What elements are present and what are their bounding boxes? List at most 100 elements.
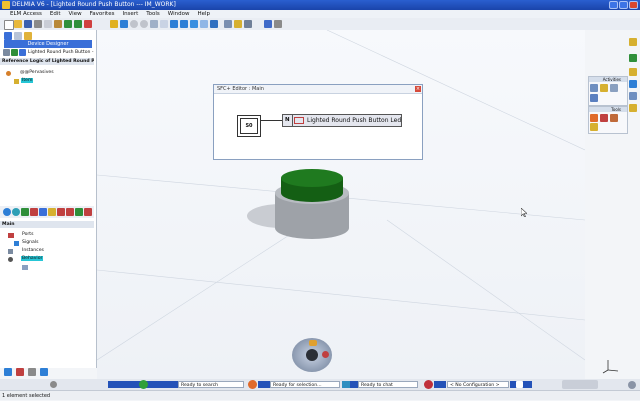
3d-viewport[interactable] (97, 30, 585, 380)
activity-icon-2[interactable] (600, 84, 608, 92)
close-button[interactable] (629, 1, 638, 9)
logic-icon-5[interactable] (39, 208, 47, 216)
device-icon[interactable] (264, 20, 272, 28)
bottom-icon-3[interactable] (28, 368, 36, 376)
bottom-icon-2[interactable] (16, 368, 24, 376)
tree-node-sub[interactable] (16, 264, 36, 271)
logic-icon-10[interactable] (84, 208, 92, 216)
logic-icon-9[interactable] (75, 208, 83, 216)
open-icon[interactable] (14, 20, 22, 28)
navigation-wheel[interactable] (292, 338, 334, 374)
logic-icon-6[interactable] (48, 208, 56, 216)
compass-icon[interactable] (628, 381, 636, 389)
sfc-close-button[interactable]: × (415, 86, 421, 92)
paste-icon[interactable] (54, 20, 62, 28)
search-icon[interactable] (139, 380, 148, 389)
tree-node-behavior[interactable]: Behavior (8, 256, 68, 263)
tools-header: Tools (589, 107, 627, 112)
chat-icon[interactable] (342, 381, 350, 388)
taskbar-end-icon[interactable] (516, 381, 523, 388)
side-icon-2[interactable] (629, 54, 637, 62)
wheel-top-icon[interactable] (309, 340, 317, 346)
materials-icon[interactable] (224, 20, 232, 28)
camera-icon[interactable] (244, 20, 252, 28)
configuration-icon[interactable] (424, 380, 433, 389)
side-icon-6[interactable] (629, 104, 637, 112)
update-icon[interactable] (84, 20, 92, 28)
zoom-in-icon[interactable] (130, 20, 138, 28)
logic-icon-3[interactable] (21, 208, 29, 216)
logic-icon-8[interactable] (66, 208, 74, 216)
side-icon-5[interactable] (629, 92, 637, 100)
menu-edit[interactable]: Edit (50, 10, 61, 18)
selection-status-field[interactable]: Ready for selection... (270, 381, 340, 388)
compass-small-icon[interactable] (50, 381, 57, 388)
bottom-icon-1[interactable] (4, 368, 12, 376)
tab-device-designer[interactable]: Device Designer (4, 40, 92, 48)
axis-compass-icon (602, 360, 619, 374)
window-title: DELMIA V6 - [Lighted Round Push Button -… (12, 1, 176, 8)
logic-icon-4[interactable] (30, 208, 38, 216)
fit-all-icon[interactable] (150, 20, 158, 28)
menu-window[interactable]: Window (168, 10, 190, 18)
home-icon[interactable] (4, 32, 12, 40)
side-icon-1[interactable] (629, 38, 637, 46)
tool-icon-3[interactable] (610, 114, 618, 122)
sfc-action-block[interactable]: N Lighted Round Push Button Led (282, 114, 402, 127)
menu-help[interactable]: Help (197, 10, 210, 18)
play-icon[interactable] (306, 349, 318, 361)
tree-node-pervasives[interactable]: @@Pervasives (6, 70, 86, 77)
tree-node-instances[interactable]: Instances (8, 248, 68, 255)
zoom-out-icon[interactable] (140, 20, 148, 28)
save-icon[interactable] (24, 20, 32, 28)
logic-icon-1[interactable] (3, 208, 11, 216)
object-tab[interactable]: Lighted Round Push Button -... (0, 49, 94, 57)
undo-icon[interactable] (64, 20, 72, 28)
swap-visible-icon[interactable] (210, 20, 218, 28)
menu-elm-access[interactable]: ELM Access (10, 10, 42, 18)
activity-icon-4[interactable] (590, 94, 598, 102)
rotate-icon[interactable] (120, 20, 128, 28)
tree-node-ports[interactable]: Ports (8, 232, 68, 239)
iso-view-icon[interactable] (180, 20, 188, 28)
menu-favorites[interactable]: Favorites (90, 10, 115, 18)
render-style-icon[interactable] (190, 20, 198, 28)
settings-icon[interactable] (274, 20, 282, 28)
cut-icon[interactable] (34, 20, 42, 28)
tree-node-signals[interactable]: Signals (8, 240, 68, 247)
configuration-field[interactable]: < No Configuration > (447, 381, 509, 388)
copy-icon[interactable] (44, 20, 52, 28)
maximize-button[interactable] (619, 1, 628, 9)
minimize-button[interactable] (609, 1, 618, 9)
spec-tree-icon[interactable] (14, 32, 22, 40)
hide-show-icon[interactable] (200, 20, 208, 28)
chat-status-field[interactable]: Ready to chat (358, 381, 418, 388)
activity-icon-3[interactable] (610, 84, 618, 92)
search-status-field[interactable]: Ready to search (178, 381, 244, 388)
lighting-icon[interactable] (234, 20, 242, 28)
menu-insert[interactable]: Insert (122, 10, 138, 18)
sfc-step-s0[interactable]: S0 (237, 115, 261, 137)
sfc-editor-window[interactable]: SFC+ Editor : Main × S0 N Lighted Round … (213, 84, 423, 160)
tool-icon-1[interactable] (590, 114, 598, 122)
wheel-right-icon[interactable] (322, 351, 329, 358)
menu-tools[interactable]: Tools (146, 10, 160, 18)
menu-view[interactable]: View (69, 10, 82, 18)
normal-view-icon[interactable] (160, 20, 168, 28)
pan-icon[interactable] (110, 20, 118, 28)
bottom-icon-4[interactable] (40, 368, 48, 376)
folder-icon[interactable] (24, 32, 32, 40)
logic-icon-7[interactable] (57, 208, 65, 216)
activity-icon-1[interactable] (590, 84, 598, 92)
tree-node-item[interactable]: Item (14, 78, 74, 85)
push-button-model[interactable] (275, 169, 349, 239)
tool-icon-2[interactable] (600, 114, 608, 122)
side-icon-3[interactable] (629, 68, 637, 76)
logic-icon-2[interactable] (12, 208, 20, 216)
multi-view-icon[interactable] (170, 20, 178, 28)
tool-icon-4[interactable] (590, 123, 598, 131)
new-icon[interactable] (4, 20, 14, 30)
redo-icon[interactable] (74, 20, 82, 28)
selection-icon[interactable] (248, 380, 257, 389)
side-icon-4[interactable] (629, 80, 637, 88)
